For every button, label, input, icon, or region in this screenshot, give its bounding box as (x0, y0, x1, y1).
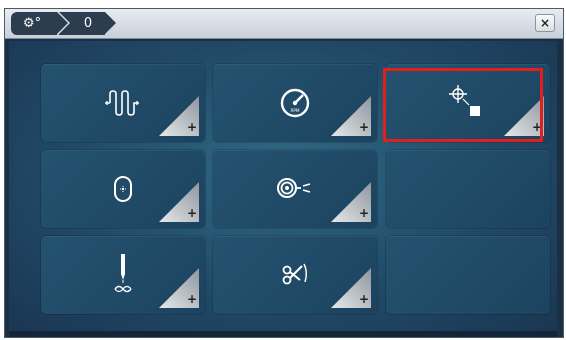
speedometer-icon: RPM (280, 88, 310, 118)
add-corner-icon[interactable]: + (504, 96, 544, 136)
add-corner-icon[interactable]: + (159, 96, 199, 136)
close-button[interactable]: × (535, 14, 555, 32)
plus-label: + (187, 120, 197, 134)
tile-empty-1 (386, 150, 550, 228)
add-corner-icon[interactable]: + (159, 182, 199, 222)
crosshair-position-icon (449, 85, 480, 116)
plus-label: + (187, 292, 197, 306)
plus-label: + (359, 120, 369, 134)
close-icon: × (539, 16, 551, 30)
settings-window: ⚙° 0 × + RPM + + + + + + (4, 8, 564, 338)
breadcrumb: ⚙° 0 (11, 11, 116, 35)
plus-label: + (532, 120, 542, 134)
tile-thread[interactable]: + (213, 150, 377, 228)
thread-spool-icon (277, 178, 311, 198)
add-corner-icon[interactable]: + (331, 182, 371, 222)
function-grid: + RPM + + + + + + (9, 41, 557, 331)
tile-empty-2 (386, 236, 550, 314)
plus-label: + (187, 206, 197, 220)
tile-stitch-pattern[interactable]: + (41, 64, 205, 142)
bottom-strip (9, 331, 557, 337)
plus-label: + (359, 206, 369, 220)
add-corner-icon[interactable]: + (159, 268, 199, 308)
hoop-icon (114, 176, 132, 202)
tile-cutter[interactable]: + (213, 236, 377, 314)
zero-icon: 0 (83, 16, 93, 31)
breadcrumb-settings[interactable]: ⚙° (11, 11, 70, 35)
add-corner-icon[interactable]: + (331, 268, 371, 308)
stitch-pattern-icon (105, 90, 139, 116)
tile-position[interactable]: + (386, 64, 550, 142)
title-bar: ⚙° 0 × (5, 9, 563, 39)
tile-speed[interactable]: RPM + (213, 64, 377, 142)
needle-icon (114, 254, 132, 293)
tile-needle[interactable]: + (41, 236, 205, 314)
rpm-label: RPM (290, 108, 299, 113)
add-corner-icon[interactable]: + (331, 96, 371, 136)
scissors-icon (282, 263, 307, 285)
plus-label: + (359, 292, 369, 306)
tile-hoop[interactable]: + (41, 150, 205, 228)
settings-icon: ⚙° (22, 16, 42, 31)
